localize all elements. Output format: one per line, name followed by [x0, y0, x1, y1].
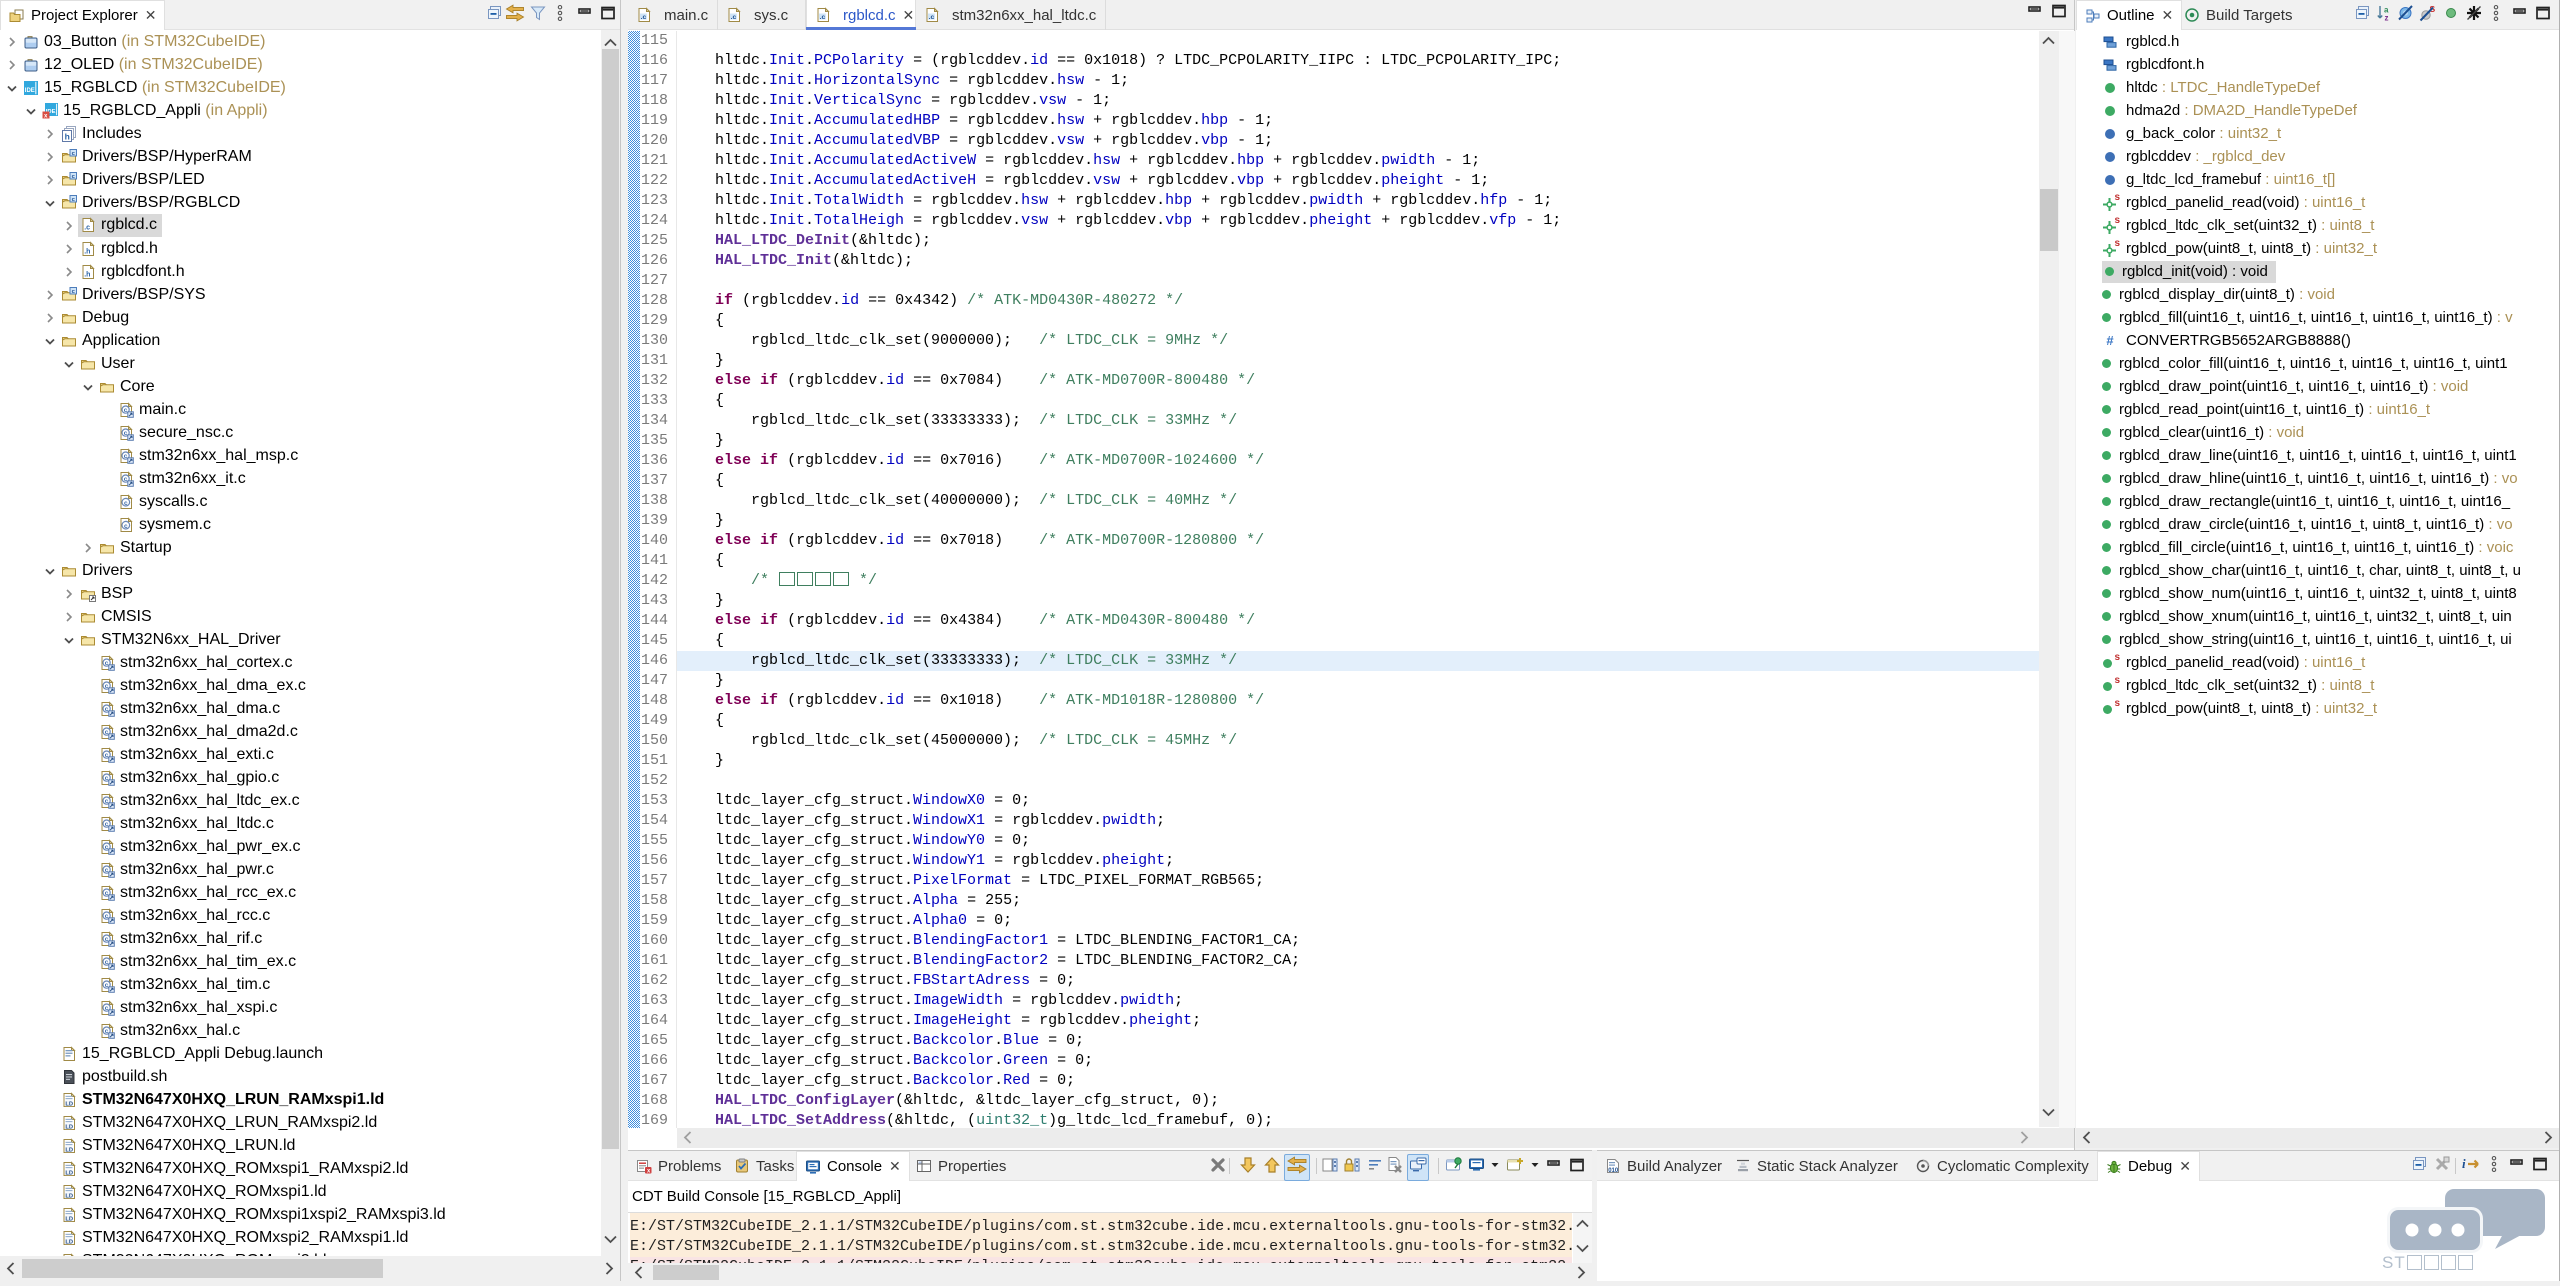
svg-text:LD: LD: [65, 1124, 73, 1130]
svg-text:c: c: [105, 913, 109, 920]
svg-text:c: c: [124, 499, 128, 506]
svg-text:.c: .c: [820, 14, 826, 21]
svg-text:c: c: [105, 798, 109, 805]
svg-text:c: c: [124, 430, 128, 437]
svg-text:c: c: [105, 775, 109, 782]
svg-text:010: 010: [1608, 1168, 1619, 1174]
svg-text:LD: LD: [65, 1147, 73, 1153]
svg-text:.c: .c: [731, 14, 737, 21]
svg-text:c: c: [105, 982, 109, 989]
svg-text:c: c: [105, 867, 109, 874]
svg-text:.c: .c: [929, 14, 935, 21]
svg-text:LD: LD: [65, 1216, 73, 1222]
svg-text:.c: .c: [641, 14, 647, 21]
svg-text:c: c: [105, 752, 109, 759]
svg-text:h: h: [65, 131, 70, 141]
svg-text:LD: LD: [65, 1239, 73, 1245]
svg-text:.h: .h: [84, 248, 90, 255]
svg-text:c: c: [105, 1005, 109, 1012]
svg-text:c: c: [124, 476, 128, 483]
svg-text:c: c: [105, 936, 109, 943]
svg-text:.h: .h: [84, 271, 90, 278]
svg-text:c: c: [105, 660, 109, 667]
svg-text:z: z: [2385, 14, 2389, 23]
svg-text:c: c: [105, 1028, 109, 1035]
svg-text:.c: .c: [84, 225, 90, 232]
svg-text:c: c: [124, 453, 128, 460]
svg-text:c: c: [105, 729, 109, 736]
svg-text:LD: LD: [65, 1101, 73, 1107]
svg-text:c: c: [105, 821, 109, 828]
svg-text:c: c: [105, 890, 109, 897]
svg-text:x: x: [44, 112, 48, 119]
svg-text:c: c: [105, 706, 109, 713]
svg-text:c: c: [105, 844, 109, 851]
svg-text:c: c: [105, 959, 109, 966]
svg-text:LD: LD: [65, 1193, 73, 1199]
svg-text:LD: LD: [65, 1170, 73, 1176]
svg-text:c: c: [124, 407, 128, 414]
svg-text:i: i: [2462, 1156, 2466, 1171]
svg-text:c: c: [105, 683, 109, 690]
svg-text:IDE: IDE: [25, 87, 35, 93]
svg-text:c: c: [124, 522, 128, 529]
